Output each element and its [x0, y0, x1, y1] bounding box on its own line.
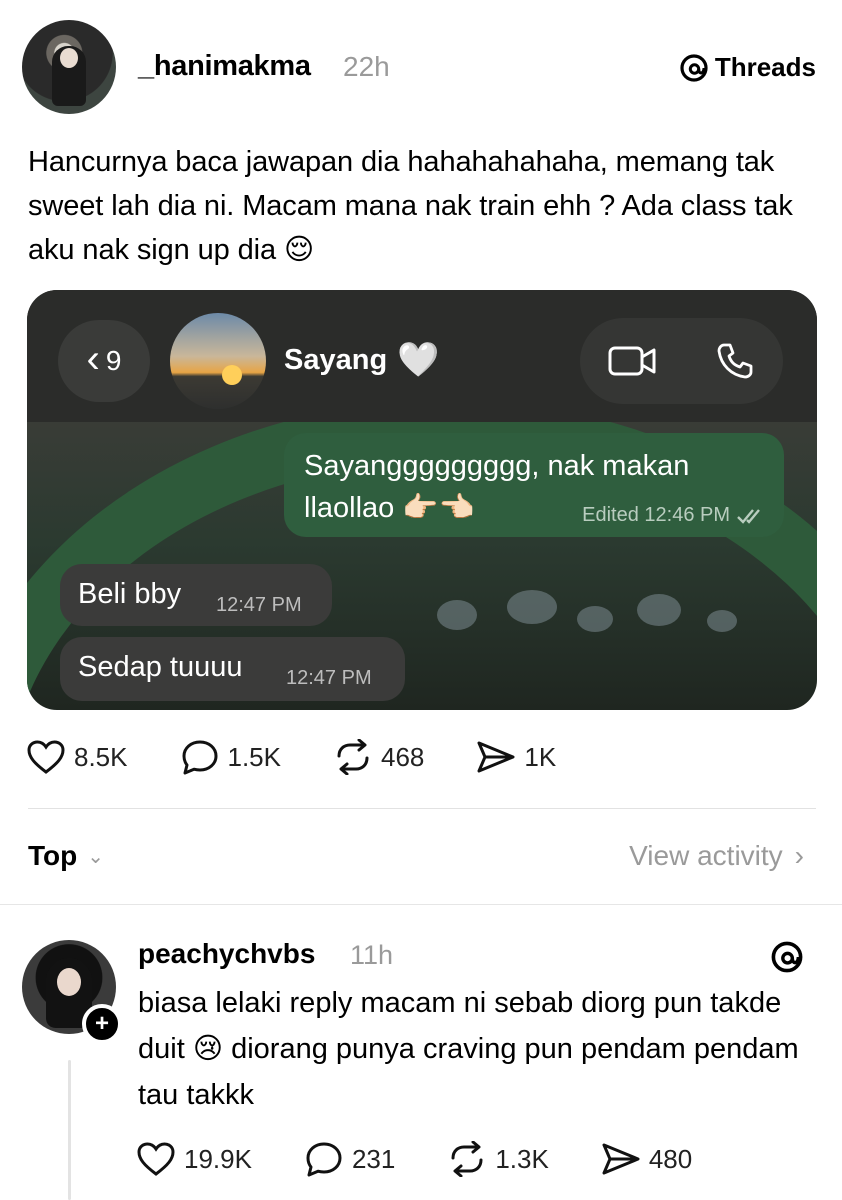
post-text: Hancurnya baca jawapan dia hahahahahaha,… [28, 146, 793, 266]
incoming-message-text: Beli bby [78, 578, 182, 610]
repost-icon [451, 1141, 483, 1177]
heart-icon [27, 740, 65, 774]
reply-divider [0, 904, 842, 905]
like-count: 19.9K [184, 1143, 252, 1174]
comment-button[interactable]: 1.5K [180, 738, 282, 776]
share-count: 480 [648, 1143, 693, 1174]
video-call-icon[interactable] [608, 344, 658, 378]
comment-icon [306, 1142, 342, 1177]
outgoing-message-meta: Edited 12:46 PM [582, 504, 766, 527]
comment-count: 1.5K [227, 741, 282, 772]
post-actions: 8.5K 1.5K 468 1K [26, 738, 608, 776]
double-check-icon [737, 508, 760, 524]
incoming-message-time: 12:47 PM [286, 667, 372, 689]
comment-icon [182, 740, 217, 775]
incoming-message-time: 12:47 PM [216, 594, 302, 616]
chevron-down-icon: ⌄ [87, 845, 104, 868]
incoming-message-text: Sedap tuuuu [78, 651, 243, 683]
back-count: 9 [105, 345, 122, 376]
sort-label: Top [28, 840, 78, 871]
outgoing-message-bubble[interactable]: Sayanggggggggg, nak makan llaollao 👉🏻👈🏻 … [284, 433, 784, 537]
share-count: 1K [524, 741, 557, 772]
thread-connector-line [68, 1060, 71, 1200]
view-activity-label: View activity [629, 840, 783, 871]
share-button[interactable]: 1K [476, 739, 556, 775]
repost-icon [337, 739, 369, 775]
threads-logo-icon [680, 53, 708, 82]
outgoing-message-time: Edited 12:46 PM [582, 504, 730, 526]
comment-count: 231 [351, 1143, 396, 1174]
share-icon [602, 1143, 640, 1175]
call-controls [580, 318, 783, 404]
threads-logo-icon [770, 940, 804, 982]
follow-plus-icon[interactable]: + [82, 1004, 122, 1044]
reply-time: 11h [350, 940, 394, 970]
threads-badge-label: Threads [714, 52, 816, 82]
like-count: 8.5K [74, 741, 128, 772]
reply-actions: 19.9K 231 1.3K 480 [136, 1140, 744, 1178]
view-activity-link[interactable]: View activity › [629, 840, 804, 872]
incoming-message-bubble[interactable]: Sedap tuuuu 12:47 PM [60, 637, 405, 701]
comment-button[interactable]: 231 [304, 1140, 395, 1178]
sunset-icon [222, 365, 242, 385]
contact-avatar[interactable] [170, 313, 266, 409]
like-button[interactable]: 19.9K [136, 1141, 252, 1177]
like-button[interactable]: 8.5K [26, 739, 128, 775]
share-button[interactable]: 480 [601, 1141, 692, 1177]
chevron-left-icon: ‹ [86, 337, 100, 381]
post-time: 22h [343, 51, 390, 82]
section-divider [28, 808, 816, 809]
share-icon [477, 741, 515, 773]
chevron-right-icon: › [794, 840, 804, 871]
contact-name[interactable]: Sayang 🤍 [284, 343, 440, 377]
post-author-avatar[interactable] [22, 20, 116, 114]
sort-dropdown[interactable]: Top ⌄ [28, 840, 104, 872]
white-heart-emoji: 🤍 [397, 341, 440, 379]
reply-username[interactable]: peachychvbs [138, 938, 315, 970]
avatar-face [57, 968, 81, 996]
incoming-message-bubble[interactable]: Beli bby 12:47 PM [60, 564, 332, 626]
repost-button[interactable]: 1.3K [447, 1141, 549, 1177]
repost-count: 468 [381, 741, 425, 772]
heart-icon [137, 1142, 175, 1176]
threads-badge: Threads [679, 52, 816, 83]
chat-back-button[interactable]: ‹ 9 [58, 320, 150, 402]
post-username[interactable]: _hanimakma [138, 50, 311, 83]
reply-text: biasa lelaki reply macam ni sebab diorg … [138, 987, 799, 1111]
avatar-face [60, 48, 78, 68]
contact-name-text: Sayang [284, 343, 388, 376]
phone-call-icon[interactable] [715, 341, 755, 381]
repost-count: 1.3K [495, 1143, 549, 1174]
repost-button[interactable]: 468 [333, 739, 424, 775]
